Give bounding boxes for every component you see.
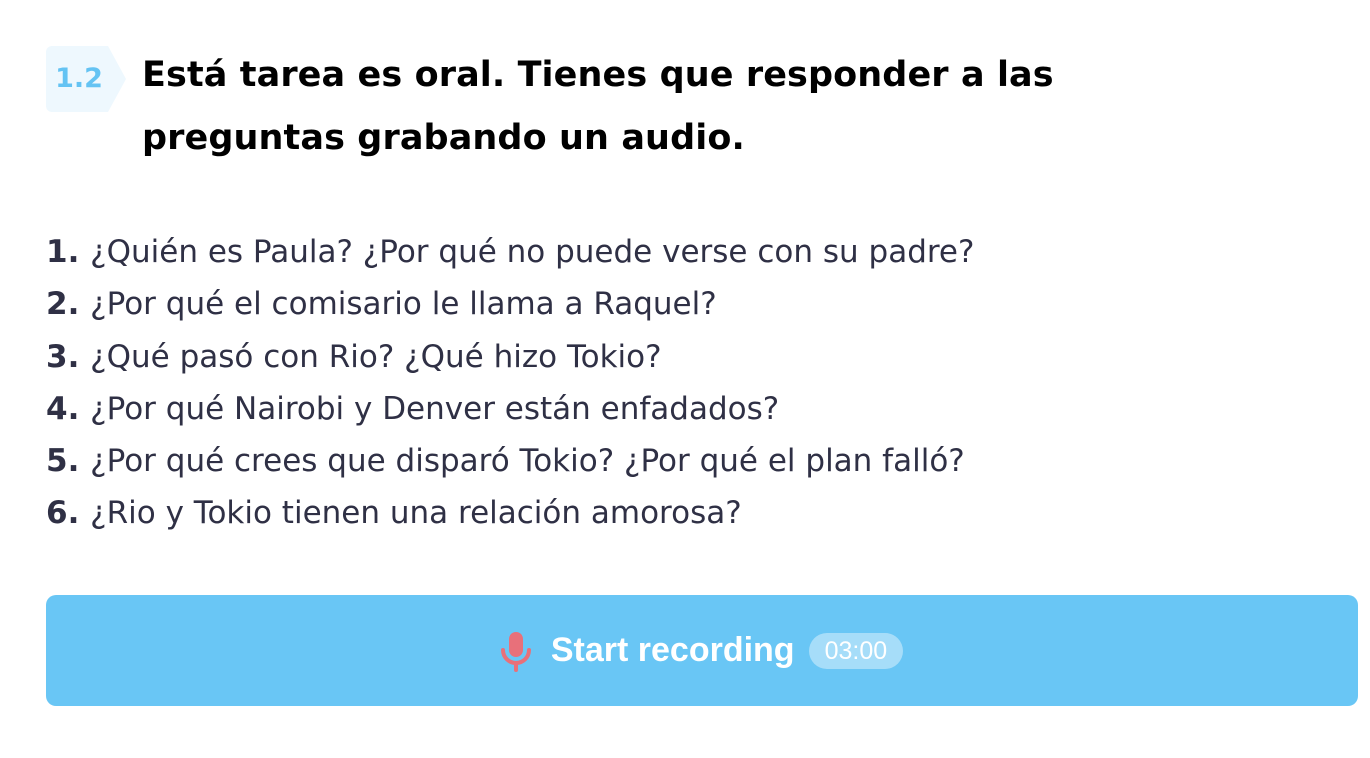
question-list: 1. ¿Quién es Paula? ¿Por qué no puede ver…	[46, 226, 1346, 540]
question-item: 4. ¿Por qué Nairobi y Denver están enfada…	[46, 383, 1346, 435]
question-number: 2.	[46, 286, 80, 323]
question-item: 5. ¿Por qué crees que disparó Tokio? ¿Por…	[46, 435, 1346, 487]
question-text: ¿Quién es Paula? ¿Por qué no puede verse…	[90, 234, 975, 270]
question-text: ¿Rio y Tokio tienen una relación amorosa…	[90, 495, 742, 532]
question-item: 2. ¿Por qué el comisario le llama a Raque…	[46, 278, 1346, 330]
start-recording-button[interactable]: Start recording 03:00	[46, 595, 1358, 706]
question-item: 6. ¿Rio y Tokio tienen una relación amoro…	[46, 487, 1346, 539]
task-number-badge: 1.2	[46, 46, 126, 112]
question-number: 5.	[46, 443, 80, 480]
question-number: 1.	[46, 234, 80, 270]
question-number: 4.	[46, 390, 80, 427]
question-item: 3. ¿Qué pasó con Rio? ¿Qué hizo Tokio?	[46, 331, 1346, 383]
task-title: Está tarea es oral. Tienes que responder…	[142, 55, 1054, 158]
question-text: ¿Qué pasó con Rio? ¿Qué hizo Tokio?	[90, 338, 662, 375]
question-text: ¿Por qué el comisario le llama a Raquel?	[90, 286, 717, 323]
record-label: Start recording	[550, 631, 795, 669]
question-text: ¿Por qué Nairobi y Denver están enfadado…	[90, 390, 780, 427]
question-text: ¿Por qué crees que disparó Tokio? ¿Por q…	[90, 443, 965, 480]
question-number: 6.	[46, 495, 80, 532]
oral-task: 1.2 Está tarea es oral. Tienes que respo…	[0, 0, 1370, 758]
microphone-icon	[500, 631, 531, 672]
question-number: 3.	[46, 338, 80, 375]
question-item: 1. ¿Quién es Paula? ¿Por qué no puede ver…	[46, 226, 1346, 278]
time-limit-badge: 03:00	[808, 632, 904, 669]
task-number: 1.2	[55, 63, 103, 94]
